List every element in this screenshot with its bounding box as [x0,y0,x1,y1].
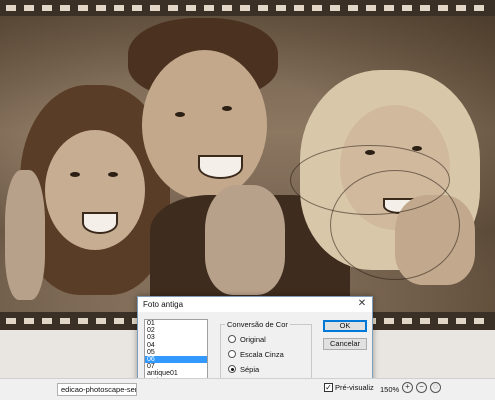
left-person-mouth [82,212,118,234]
radio-button-checked[interactable] [228,365,236,373]
center-person-eye [222,106,232,111]
zoom-fit-icon[interactable]: ◌ [430,382,441,393]
list-item[interactable]: antique01 [145,370,207,377]
left-person-eye [70,172,80,177]
list-item[interactable]: 07 [145,363,207,370]
radio-grayscale[interactable]: Escala Cinza [228,349,284,359]
list-item[interactable]: 03 [145,334,207,341]
radio-label: Sépia [240,364,260,374]
zoom-in-icon[interactable]: + [402,382,413,393]
list-item[interactable]: 05 [145,349,207,356]
preview-checkbox[interactable]: ✓ Pré-visualiz [324,383,374,392]
film-scratch [330,170,460,280]
list-item-selected[interactable]: 06 [145,355,207,364]
film-strip-top [0,0,495,16]
check-icon[interactable]: ✓ [324,383,333,392]
list-item[interactable]: 04 [145,342,207,349]
ok-button[interactable]: OK [323,320,367,332]
cancel-button[interactable]: Cancelar [323,338,367,350]
left-person-eye [108,172,118,177]
preview-label: Pré-visualiz [335,383,374,392]
list-item[interactable]: 01 [145,320,207,327]
radio-label: Escala Cinza [240,349,284,359]
dialog-titlebar[interactable]: Foto antiga ✕ [138,297,372,312]
radio-sepia[interactable]: Sépia [228,364,259,374]
status-bar: edicao-photoscape-sem-e ✓ Pré-visualiz 1… [0,378,495,400]
zoom-out-icon[interactable]: − [416,382,427,393]
radio-label: Original [240,334,266,344]
group-title: Conversão de Cor [225,320,290,329]
close-icon[interactable]: ✕ [356,298,368,310]
center-person-eye [175,112,185,117]
radio-button[interactable] [228,350,236,358]
center-person-hand [205,185,285,295]
list-item[interactable]: 02 [145,327,207,334]
sepia-photo [0,0,495,330]
radio-button[interactable] [228,335,236,343]
radio-original[interactable]: Original [228,334,266,344]
center-person-face [142,50,267,200]
filename-field[interactable]: edicao-photoscape-sem-e [57,383,137,396]
dialog-title: Foto antiga [143,300,184,309]
zoom-level: 150% [380,385,400,394]
left-person-thumb [5,170,45,300]
center-person-mouth [198,155,243,179]
